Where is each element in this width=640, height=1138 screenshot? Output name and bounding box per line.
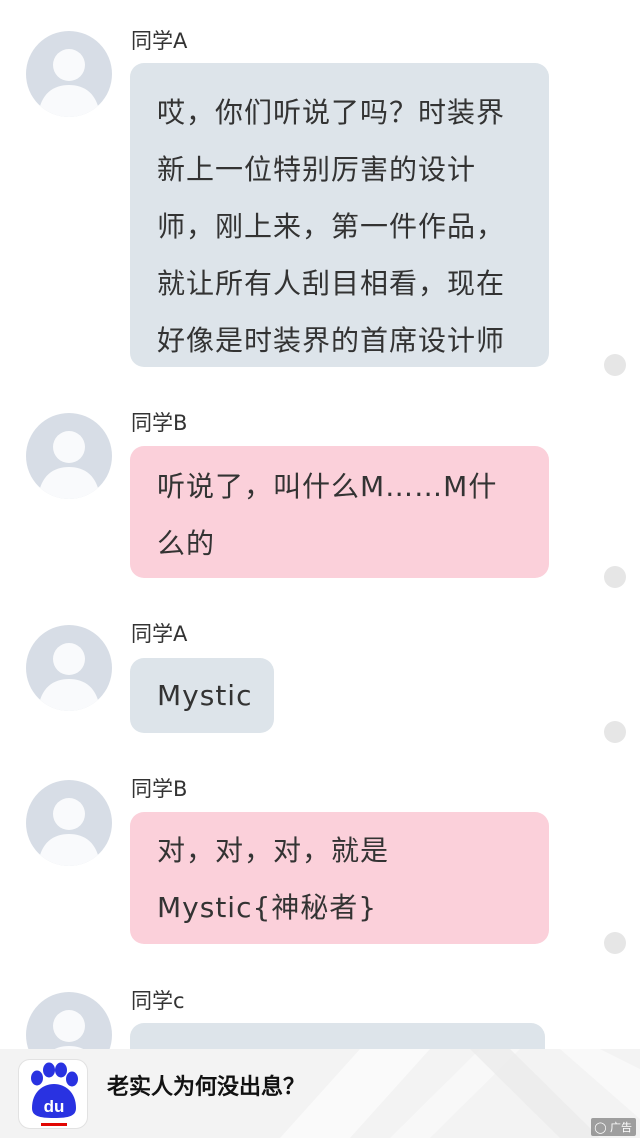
avatar[interactable] — [26, 780, 112, 866]
sender-name: 同学B — [131, 777, 188, 801]
default-avatar-icon — [38, 643, 100, 711]
message-text-line: 师，刚上来，第一件作品， — [157, 210, 506, 243]
scroll-indicator-dot — [604, 721, 626, 743]
message-bubble[interactable]: Mystic — [130, 658, 274, 733]
scroll-indicator-dot — [604, 932, 626, 954]
message-bubble[interactable]: 对，对，对，就是 Mystic{神秘者} — [130, 812, 549, 944]
message-text-line: 哎，你们听说了吗？时装界 — [157, 96, 506, 129]
message-text-line: 好像是时装界的首席设计师 — [157, 324, 506, 357]
baidu-logo-text: du — [44, 1097, 65, 1116]
avatar[interactable] — [26, 413, 112, 499]
avatar[interactable] — [26, 625, 112, 711]
ad-title[interactable]: 老实人为何没出息？ — [107, 1069, 305, 1101]
message-bubble[interactable]: 哎，你们听说了吗？时装界 新上一位特别厉害的设计 师，刚上来，第一件作品， 就让… — [130, 63, 549, 367]
ad-tag-text: 广告 — [610, 1121, 632, 1134]
message-text-line: Mystic{神秘者} — [157, 891, 378, 924]
message-text-line: Mystic — [157, 679, 253, 712]
message-text-line: 新上一位特别厉害的设计 — [157, 153, 477, 186]
default-avatar-icon — [38, 431, 100, 499]
ad-background-pattern — [280, 1049, 640, 1138]
message-text-line: 对，对，对，就是 — [157, 834, 390, 867]
sender-name: 同学A — [131, 29, 188, 53]
ad-banner[interactable]: du 老实人为何没出息？ ◯ 广告 — [0, 1049, 640, 1138]
default-avatar-icon — [38, 49, 100, 117]
scroll-indicator-dot — [604, 566, 626, 588]
default-avatar-icon — [38, 798, 100, 866]
message-text-line: 就让所有人刮目相看，现在 — [157, 267, 506, 300]
scroll-indicator-dot — [604, 354, 626, 376]
baidu-paw-icon: du — [31, 1062, 78, 1126]
avatar[interactable] — [26, 31, 112, 117]
message-text-line: 么的 — [157, 527, 216, 560]
message-text-line: 听说了，叫什么M……M什 — [157, 470, 498, 503]
sender-name: 同学B — [131, 411, 188, 435]
sender-name: 同学A — [131, 622, 188, 646]
baidu-logo[interactable]: du — [18, 1059, 88, 1129]
sender-name: 同学c — [131, 989, 185, 1013]
ad-label: ◯ 广告 — [591, 1118, 636, 1136]
ad-tag-icon: ◯ — [594, 1121, 607, 1134]
message-bubble[interactable]: 听说了，叫什么M……M什 么的 — [130, 446, 549, 578]
